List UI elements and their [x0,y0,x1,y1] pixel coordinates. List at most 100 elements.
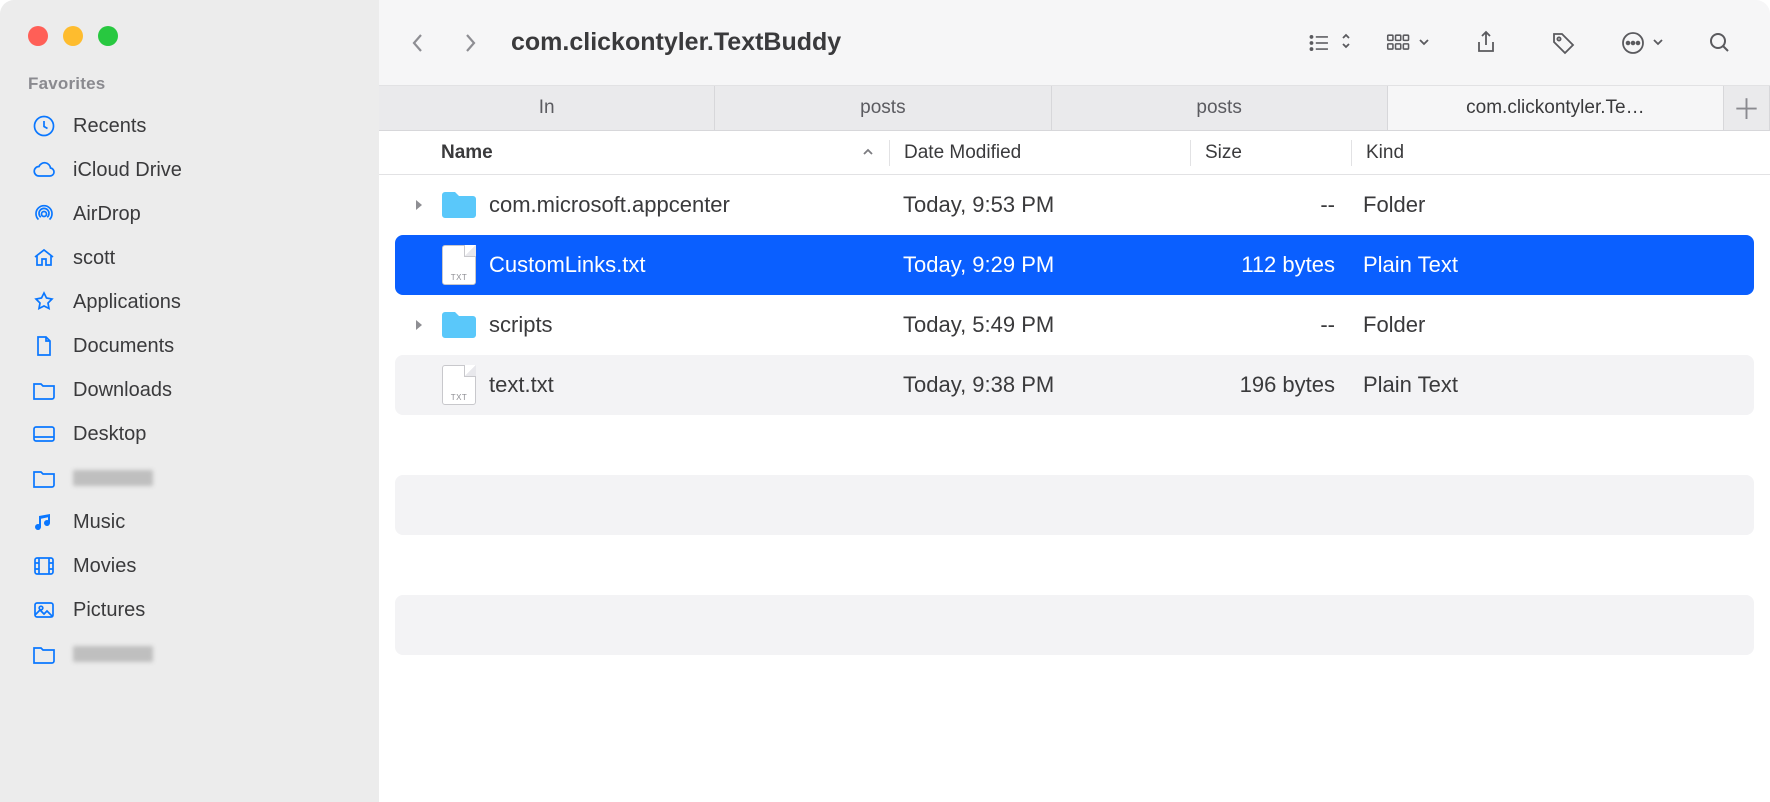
sort-ascending-icon [861,142,875,164]
share-button[interactable] [1464,21,1508,65]
file-kind: Plain Text [1363,372,1458,398]
empty-row [395,535,1754,595]
document-icon [30,333,58,359]
empty-row [395,415,1754,475]
file-name: text.txt [489,372,554,398]
sidebar-item-redacted-1[interactable] [0,456,379,500]
chevron-down-icon [1652,34,1664,51]
sidebar-item-icloud-drive[interactable]: iCloud Drive [0,148,379,192]
window-title: com.clickontyler.TextBuddy [511,28,841,57]
tab-in[interactable]: In [379,86,715,130]
back-button[interactable] [407,28,429,58]
file-name: CustomLinks.txt [489,252,646,278]
sidebar-item-redacted-2[interactable] [0,632,379,676]
file-row[interactable]: com.microsoft.appcenter Today, 9:53 PM -… [395,175,1754,235]
sidebar-item-home[interactable]: scott [0,236,379,280]
sidebar-item-label: scott [73,247,115,270]
main-content: com.clickontyler.TextBuddy [379,0,1770,802]
file-name: com.microsoft.appcenter [489,192,730,218]
house-icon [30,245,58,271]
file-row[interactable]: CustomLinks.txt Today, 9:29 PM 112 bytes… [395,235,1754,295]
sidebar-items: Recents iCloud Drive AirDrop scott Appli… [0,104,379,676]
file-size: -- [1320,312,1335,338]
sidebar-item-recents[interactable]: Recents [0,104,379,148]
file-row[interactable]: text.txt Today, 9:38 PM 196 bytes Plain … [395,355,1754,415]
disclosure-triangle-icon[interactable] [409,199,429,211]
sidebar-item-label: Recents [73,115,146,138]
sidebar-item-label-redacted [73,470,153,486]
column-header-kind[interactable]: Kind [1352,142,1770,164]
file-date: Today, 9:38 PM [903,372,1054,398]
nav-arrows [407,28,481,58]
file-list: com.microsoft.appcenter Today, 9:53 PM -… [379,175,1770,655]
applications-icon [30,289,58,315]
folder-icon [30,377,58,403]
zoom-window-button[interactable] [98,26,118,46]
window-controls [0,26,379,74]
view-options-button[interactable] [1308,21,1352,65]
file-size: -- [1320,192,1335,218]
column-header-date[interactable]: Date Modified [890,142,1190,164]
tab-posts-2[interactable]: posts [1052,86,1388,130]
sidebar-item-label-redacted [73,646,153,662]
chevron-down-icon [1418,34,1430,51]
empty-row [395,475,1754,535]
film-icon [30,553,58,579]
clock-icon [30,113,58,139]
file-size: 196 bytes [1240,372,1335,398]
sidebar-item-label: Movies [73,555,136,578]
photo-icon [30,597,58,623]
sidebar-item-applications[interactable]: Applications [0,280,379,324]
sidebar-item-pictures[interactable]: Pictures [0,588,379,632]
sidebar-item-label: Pictures [73,599,145,622]
empty-row [395,595,1754,655]
sidebar-item-label: iCloud Drive [73,159,182,182]
folder-icon [439,305,479,345]
file-date: Today, 9:29 PM [903,252,1054,278]
sidebar-item-label: AirDrop [73,203,141,226]
tags-button[interactable] [1542,21,1586,65]
action-menu-button[interactable] [1620,21,1664,65]
sidebar-item-desktop[interactable]: Desktop [0,412,379,456]
sidebar-item-label: Documents [73,335,174,358]
minimize-window-button[interactable] [63,26,83,46]
file-size: 112 bytes [1241,252,1335,278]
sidebar-item-label: Music [73,511,125,534]
file-kind: Plain Text [1363,252,1458,278]
sidebar-item-label: Applications [73,291,181,314]
sidebar-item-movies[interactable]: Movies [0,544,379,588]
chevron-updown-icon [1340,32,1352,54]
file-kind: Folder [1363,312,1425,338]
file-date: Today, 5:49 PM [903,312,1054,338]
folder-icon [30,641,58,667]
column-header-size[interactable]: Size [1191,142,1351,164]
search-button[interactable] [1698,21,1742,65]
new-tab-button[interactable]: ＋ [1724,86,1770,130]
close-window-button[interactable] [28,26,48,46]
tab-posts-1[interactable]: posts [715,86,1051,130]
folder-icon [30,465,58,491]
file-date: Today, 9:53 PM [903,192,1054,218]
music-icon [30,509,58,535]
sidebar-item-downloads[interactable]: Downloads [0,368,379,412]
sidebar-item-music[interactable]: Music [0,500,379,544]
column-headers: Name Date Modified Size Kind [379,131,1770,175]
sidebar: Favorites Recents iCloud Drive AirDrop s… [0,0,379,802]
desktop-icon [30,421,58,447]
sidebar-section-label: Favorites [0,74,379,104]
forward-button[interactable] [459,28,481,58]
sidebar-item-documents[interactable]: Documents [0,324,379,368]
sidebar-item-label: Downloads [73,379,172,402]
disclosure-triangle-icon[interactable] [409,319,429,331]
text-file-icon [439,245,479,285]
tab-bar: In posts posts com.clickontyler.Te… ＋ [379,86,1770,131]
sidebar-item-airdrop[interactable]: AirDrop [0,192,379,236]
group-by-button[interactable] [1386,21,1430,65]
file-kind: Folder [1363,192,1425,218]
tab-current[interactable]: com.clickontyler.Te… [1388,86,1724,130]
column-header-name[interactable]: Name [379,142,889,164]
file-row[interactable]: scripts Today, 5:49 PM -- Folder [395,295,1754,355]
text-file-icon [439,365,479,405]
file-name: scripts [489,312,553,338]
cloud-icon [30,157,58,183]
